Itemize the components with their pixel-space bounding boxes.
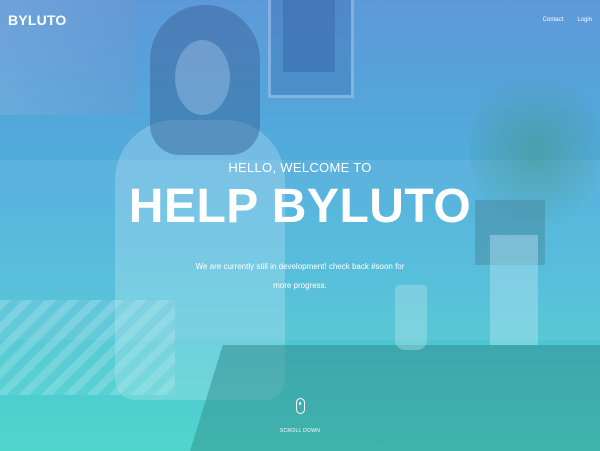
scroll-down-button[interactable]: SCROLL DOWN [0, 398, 600, 434]
top-nav: Contact Login [543, 17, 592, 23]
nav-contact[interactable]: Contact [543, 17, 564, 23]
nav-login[interactable]: Login [577, 17, 592, 23]
hero-subtitle: We are currently still in development! c… [195, 262, 405, 290]
hero-content: HELLO, WELCOME TO HELP BYLUTO We are cur… [0, 160, 600, 295]
scroll-down-label: SCROLL DOWN [279, 428, 321, 434]
brand-logo[interactable]: BYLUTO [8, 12, 67, 28]
welcome-text: HELLO, WELCOME TO [228, 160, 372, 175]
mouse-icon [295, 398, 305, 414]
page-title: HELP BYLUTO [128, 180, 472, 233]
hero-section: BYLUTO Contact Login HELLO, WELCOME TO H… [0, 0, 600, 451]
